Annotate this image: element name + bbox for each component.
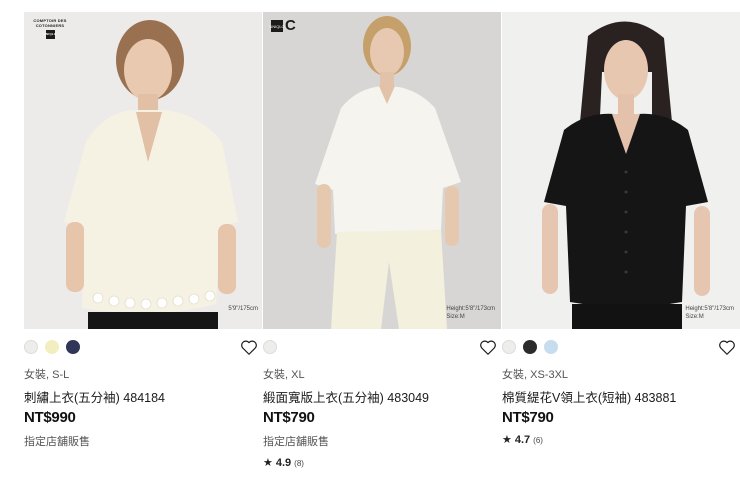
color-swatch[interactable] xyxy=(24,340,38,354)
product-image[interactable]: UNIQLO C Height:5'8"/173cm Size:M xyxy=(263,12,501,329)
color-swatch[interactable] xyxy=(45,340,59,354)
color-swatches xyxy=(24,340,262,354)
product-grid: COMPTOIR DES COTONNIERS UNIQLO 5'9"/175c… xyxy=(0,0,740,478)
product-card[interactable]: Height:5'8"/173cm Size:M 女裝, XS-3XL 棉質緹花… xyxy=(502,12,740,446)
uniqlo-logo: UNIQLO xyxy=(269,20,285,32)
uniqlo-logo: UNIQLO xyxy=(44,30,56,39)
model-photo xyxy=(502,12,740,329)
product-name[interactable]: 刺繡上衣(五分袖) 484184 xyxy=(24,387,262,405)
color-swatch[interactable] xyxy=(263,340,277,354)
product-meta: 女裝, XL 緞面寬版上衣(五分袖) 483049 NT$790 指定店舖販售 … xyxy=(263,329,501,469)
model-size-note: 5'9"/175cm xyxy=(228,306,258,312)
rating-score: 4.9 xyxy=(275,457,292,469)
star-icon: ★ xyxy=(263,457,273,469)
color-swatch[interactable] xyxy=(523,340,537,354)
model-size-note: Height:5'8"/173cm Size:M xyxy=(685,306,734,320)
model-photo xyxy=(24,12,262,329)
color-swatch[interactable] xyxy=(502,340,516,354)
heart-outline-icon[interactable] xyxy=(240,339,258,356)
gender-size: 女裝, S-L xyxy=(24,369,70,381)
star-icon: ★ xyxy=(502,434,512,446)
product-price: NT$990 xyxy=(24,409,76,426)
brand-logo: UNIQLO C xyxy=(269,17,296,34)
model-photo xyxy=(263,12,501,329)
product-card[interactable]: COMPTOIR DES COTONNIERS UNIQLO 5'9"/175c… xyxy=(24,12,262,449)
product-image[interactable]: COMPTOIR DES COTONNIERS UNIQLO 5'9"/175c… xyxy=(24,12,262,329)
product-rating[interactable]: ★ 4.9 (8) xyxy=(263,456,501,469)
rating-score: 4.7 xyxy=(514,434,531,446)
store-availability: 指定店舖販售 xyxy=(263,436,329,448)
product-price: NT$790 xyxy=(263,409,315,426)
product-meta: 女裝, S-L 刺繡上衣(五分袖) 484184 NT$990 指定店舖販售 xyxy=(24,329,262,449)
product-rating[interactable]: ★ 4.7 (6) xyxy=(502,433,740,446)
product-meta: 女裝, XS-3XL 棉質緹花V領上衣(短袖) 483881 NT$790 ★ … xyxy=(502,329,740,446)
model-size-note: Height:5'8"/173cm Size:M xyxy=(446,306,495,320)
color-swatch[interactable] xyxy=(544,340,558,354)
brand-logo: COMPTOIR DES COTONNIERS UNIQLO xyxy=(30,18,70,39)
product-name[interactable]: 棉質緹花V領上衣(短袖) 483881 xyxy=(502,387,740,405)
product-price: NT$790 xyxy=(502,409,554,426)
product-image[interactable]: Height:5'8"/173cm Size:M xyxy=(502,12,740,329)
heart-outline-icon[interactable] xyxy=(718,339,736,356)
color-swatch[interactable] xyxy=(66,340,80,354)
product-card[interactable]: UNIQLO C Height:5'8"/173cm Size:M 女裝, XL… xyxy=(263,12,501,469)
store-availability: 指定店舖販售 xyxy=(24,436,90,448)
color-swatches xyxy=(263,340,501,354)
gender-size: 女裝, XL xyxy=(263,369,305,381)
heart-outline-icon[interactable] xyxy=(479,339,497,356)
review-count: (8) xyxy=(294,459,304,468)
review-count: (6) xyxy=(533,436,543,445)
color-swatches xyxy=(502,340,740,354)
uniqlo-c-mark: C xyxy=(285,17,296,34)
product-name[interactable]: 緞面寬版上衣(五分袖) 483049 xyxy=(263,387,501,405)
gender-size: 女裝, XS-3XL xyxy=(502,369,569,381)
